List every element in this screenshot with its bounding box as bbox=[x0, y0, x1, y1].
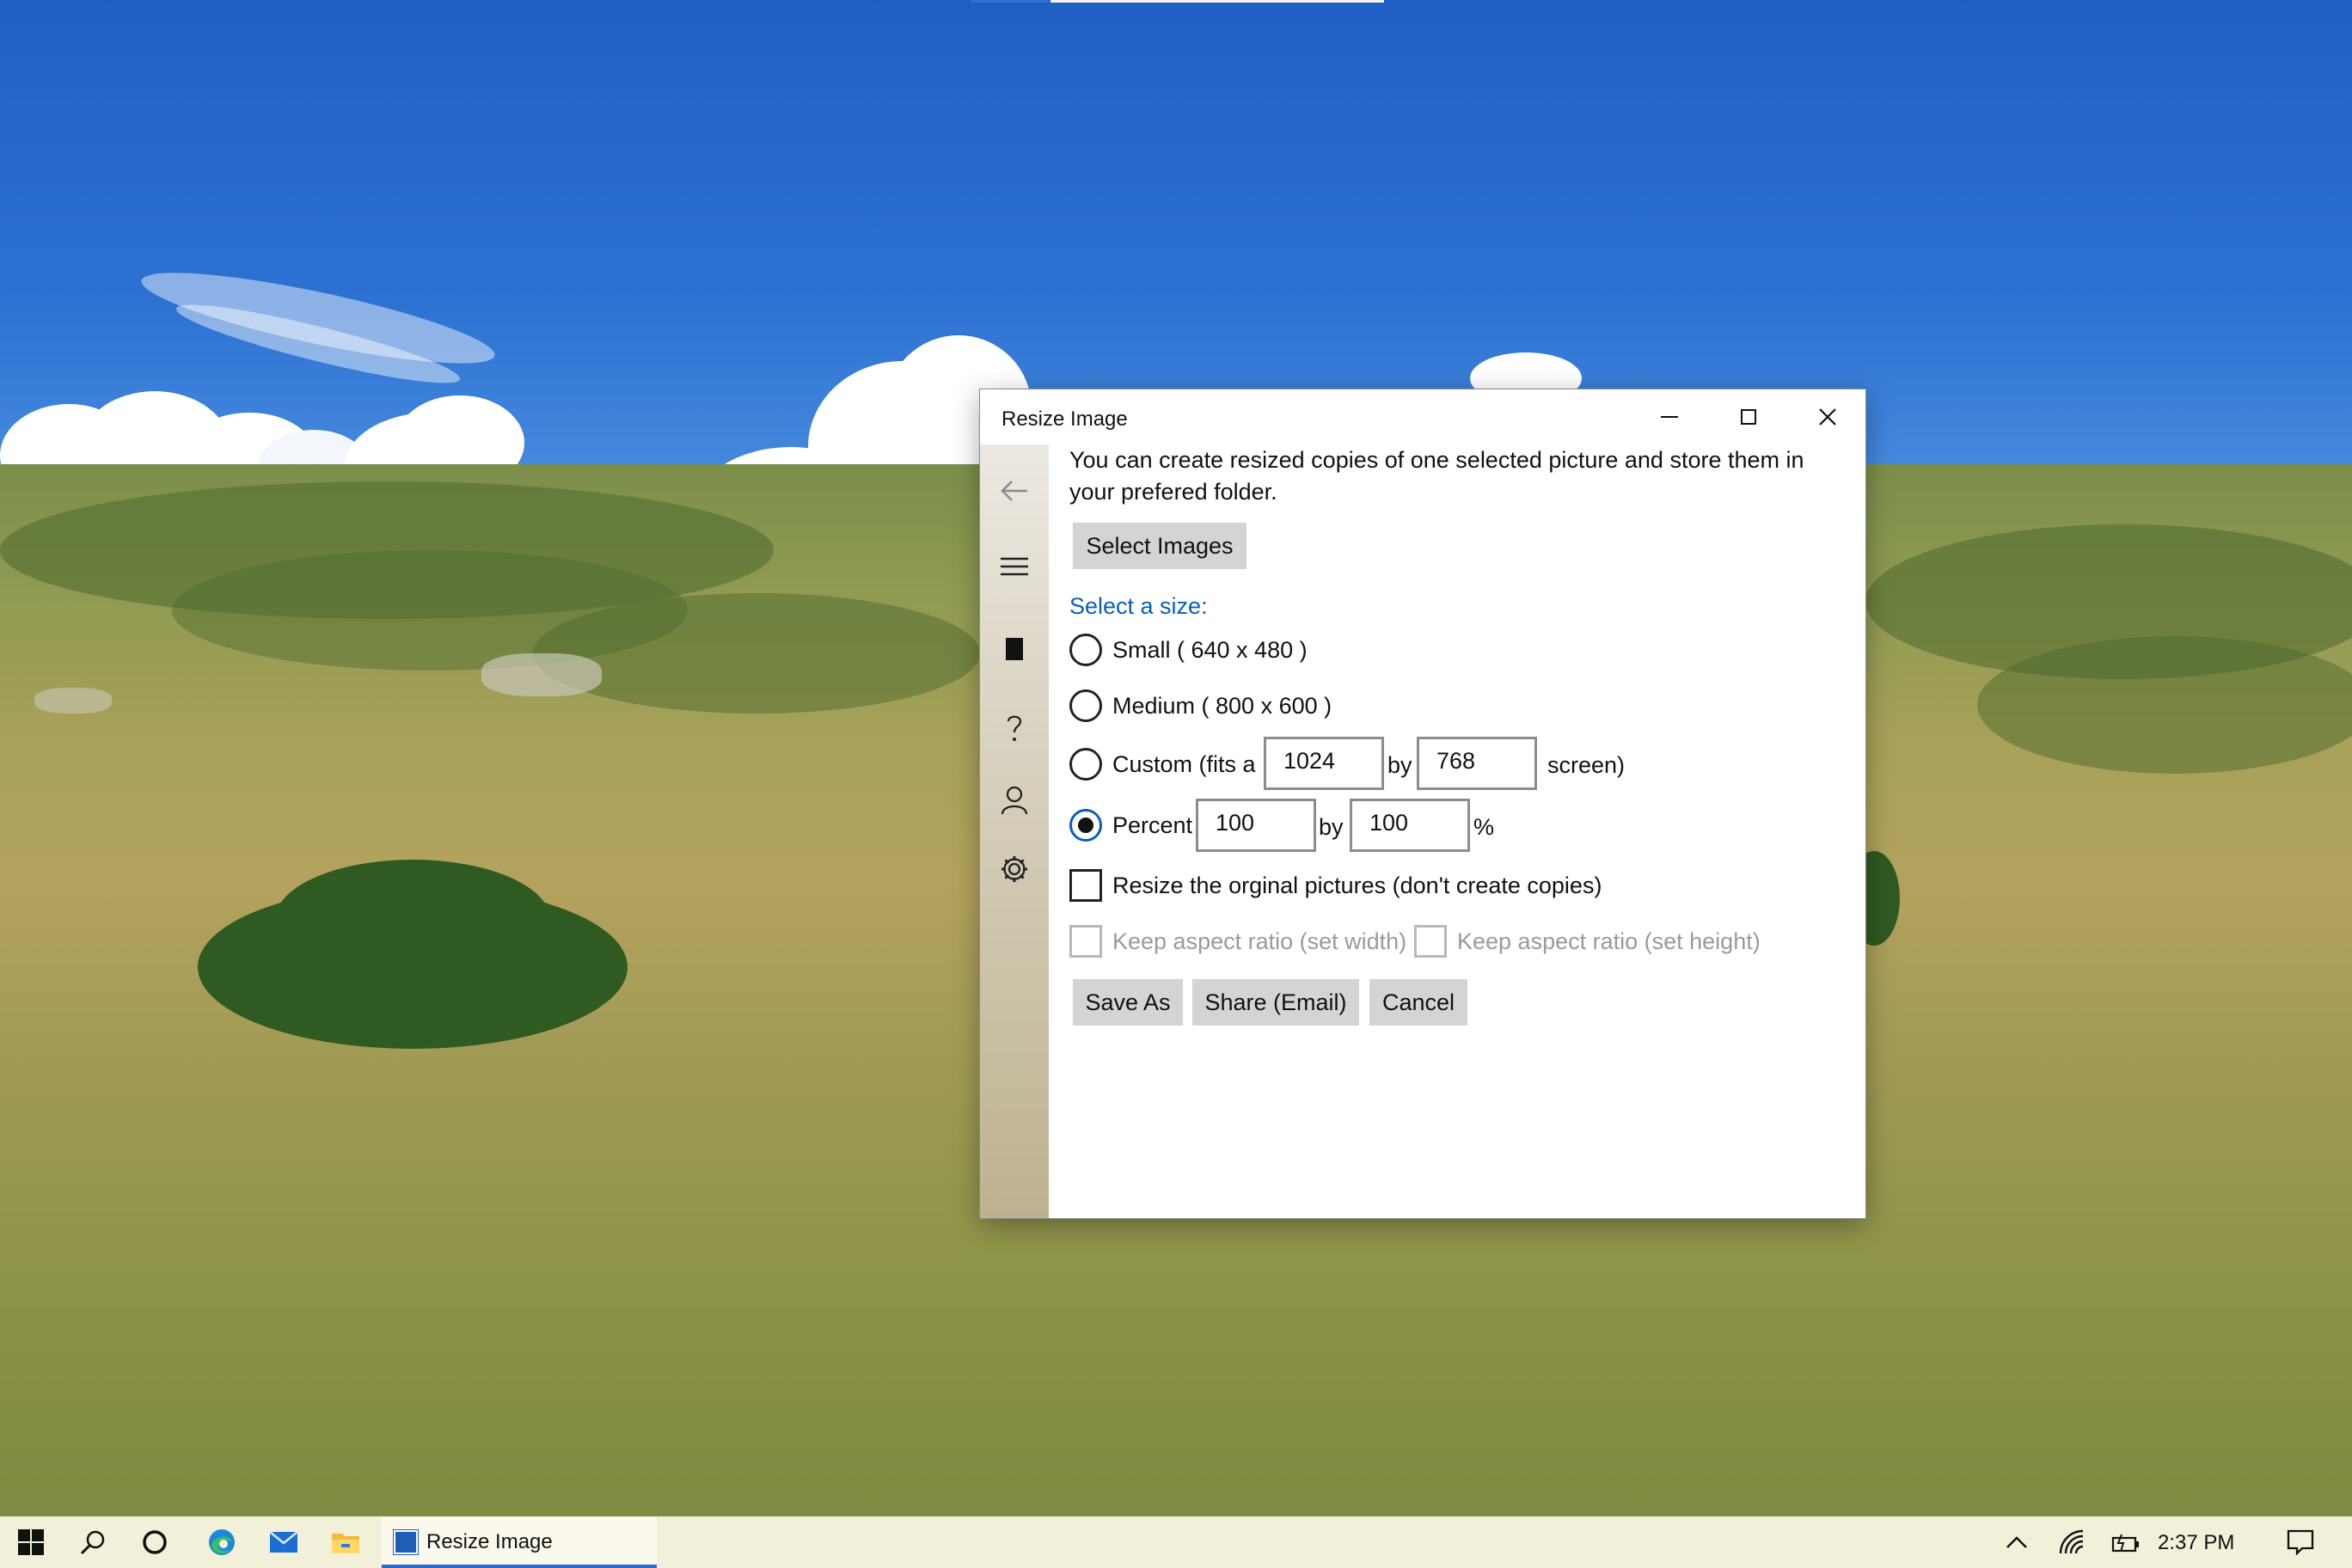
window-title: Resize Image bbox=[1001, 407, 1128, 431]
radio-small-indicator[interactable] bbox=[1069, 634, 1102, 666]
nav-item-settings[interactable] bbox=[980, 843, 1049, 895]
keep-aspect-width-checkbox: Keep aspect ratio (set width) bbox=[1069, 922, 1406, 960]
cortana-icon bbox=[143, 1530, 167, 1554]
clock[interactable]: 2:37 PM bbox=[2158, 1531, 2234, 1555]
close-icon bbox=[1819, 408, 1836, 426]
edge-browser-icon bbox=[209, 1529, 235, 1555]
image-icon bbox=[1006, 638, 1023, 660]
radio-small-label: Small ( 640 x 480 ) bbox=[1112, 636, 1308, 663]
search-button[interactable] bbox=[62, 1516, 124, 1568]
radio-percent-label: Percent bbox=[1112, 812, 1193, 838]
edge-button[interactable] bbox=[191, 1516, 253, 1568]
keep-aspect-height-label: Keep aspect ratio (set height) bbox=[1457, 928, 1761, 954]
hamburger-menu-icon bbox=[1001, 557, 1028, 576]
top-edge-panel bbox=[1050, 0, 1384, 3]
taskbar-app-resize-image[interactable]: Resize Image bbox=[382, 1516, 657, 1568]
wifi-icon bbox=[2059, 1529, 2084, 1554]
active-app-indicator bbox=[382, 1565, 657, 1568]
nav-item-help[interactable] bbox=[980, 702, 1049, 754]
help-icon bbox=[1007, 715, 1022, 741]
custom-height-input[interactable]: 768 bbox=[1417, 737, 1537, 790]
minimize-button[interactable] bbox=[1630, 389, 1709, 444]
percent-height-input[interactable]: 100 bbox=[1350, 799, 1470, 852]
select-images-button[interactable]: Select Images bbox=[1073, 523, 1246, 569]
percent-width-input[interactable]: 100 bbox=[1196, 799, 1316, 852]
cortana-button[interactable] bbox=[124, 1516, 186, 1568]
show-hidden-icons-button[interactable] bbox=[1986, 1516, 2048, 1568]
chevron-up-icon bbox=[2006, 1536, 2027, 1548]
keep-aspect-height-checkbox: Keep aspect ratio (set height) bbox=[1414, 922, 1761, 960]
radio-medium-label: Medium ( 800 x 600 ) bbox=[1112, 692, 1332, 719]
radio-medium[interactable]: Medium ( 800 x 600 ) bbox=[1069, 687, 1332, 725]
nav-item-image[interactable] bbox=[980, 623, 1049, 675]
keep-aspect-width-checkbox-box bbox=[1069, 925, 1102, 958]
radio-custom-indicator[interactable] bbox=[1069, 748, 1102, 781]
radio-custom[interactable]: Custom (fits a bbox=[1069, 745, 1256, 783]
cancel-button[interactable]: Cancel bbox=[1369, 979, 1467, 1026]
close-button[interactable] bbox=[1788, 389, 1867, 444]
custom-width-input[interactable]: 1024 bbox=[1264, 737, 1384, 790]
action-center-button[interactable] bbox=[2269, 1516, 2331, 1568]
start-button[interactable] bbox=[0, 1516, 62, 1568]
percent-by-label: by bbox=[1319, 814, 1344, 840]
radio-custom-label: Custom (fits a bbox=[1112, 750, 1256, 777]
custom-by-label: by bbox=[1387, 752, 1412, 778]
taskbar: Resize Image 2:37 PM bbox=[0, 1516, 2352, 1568]
navigation-pane bbox=[980, 444, 1049, 1218]
account-icon bbox=[1001, 786, 1028, 815]
windows-logo-icon bbox=[18, 1529, 44, 1555]
hamburger-menu-button[interactable] bbox=[980, 541, 1049, 592]
battery-charging-icon bbox=[2111, 1534, 2139, 1553]
resize-original-label: Resize the orginal pictures (don't creat… bbox=[1112, 872, 1602, 898]
notification-icon bbox=[2287, 1529, 2314, 1555]
battery-button[interactable] bbox=[2094, 1516, 2156, 1568]
back-arrow-icon bbox=[1001, 481, 1027, 501]
radio-percent-indicator[interactable] bbox=[1069, 809, 1102, 842]
size-section-label: Select a size: bbox=[1069, 593, 1208, 619]
minimize-icon bbox=[1661, 416, 1678, 418]
keep-aspect-width-label: Keep aspect ratio (set width) bbox=[1112, 928, 1407, 954]
keep-aspect-height-checkbox-box bbox=[1414, 925, 1447, 958]
custom-suffix-label: screen) bbox=[1547, 752, 1626, 778]
settings-icon bbox=[1001, 856, 1027, 882]
mail-icon bbox=[269, 1531, 298, 1553]
save-as-button[interactable]: Save As bbox=[1073, 979, 1183, 1026]
resize-image-window: Resize Image You can create resized copi… bbox=[980, 389, 1865, 1218]
radio-small[interactable]: Small ( 640 x 480 ) bbox=[1069, 631, 1308, 669]
share-email-button[interactable]: Share (Email) bbox=[1192, 979, 1359, 1026]
resize-original-checkbox-box[interactable] bbox=[1069, 869, 1102, 902]
title-bar[interactable]: Resize Image bbox=[980, 389, 1865, 444]
maximize-icon bbox=[1741, 409, 1756, 425]
file-explorer-button[interactable] bbox=[315, 1516, 377, 1568]
description-text: You can create resized copies of one sel… bbox=[1069, 447, 1804, 505]
taskbar-app-label: Resize Image bbox=[426, 1530, 553, 1553]
maximize-button[interactable] bbox=[1709, 389, 1788, 444]
back-button[interactable] bbox=[980, 465, 1049, 517]
folder-icon bbox=[332, 1534, 359, 1553]
nav-item-account[interactable] bbox=[980, 775, 1049, 826]
resize-original-checkbox[interactable]: Resize the orginal pictures (don't creat… bbox=[1069, 867, 1602, 904]
radio-percent[interactable]: Percent bbox=[1069, 806, 1192, 844]
top-edge-accent bbox=[971, 0, 1049, 3]
radio-medium-indicator[interactable] bbox=[1069, 689, 1102, 722]
percent-suffix-label: % bbox=[1473, 814, 1495, 840]
mail-button[interactable] bbox=[253, 1516, 315, 1568]
resize-image-app-icon bbox=[394, 1530, 418, 1554]
search-icon bbox=[80, 1530, 105, 1555]
